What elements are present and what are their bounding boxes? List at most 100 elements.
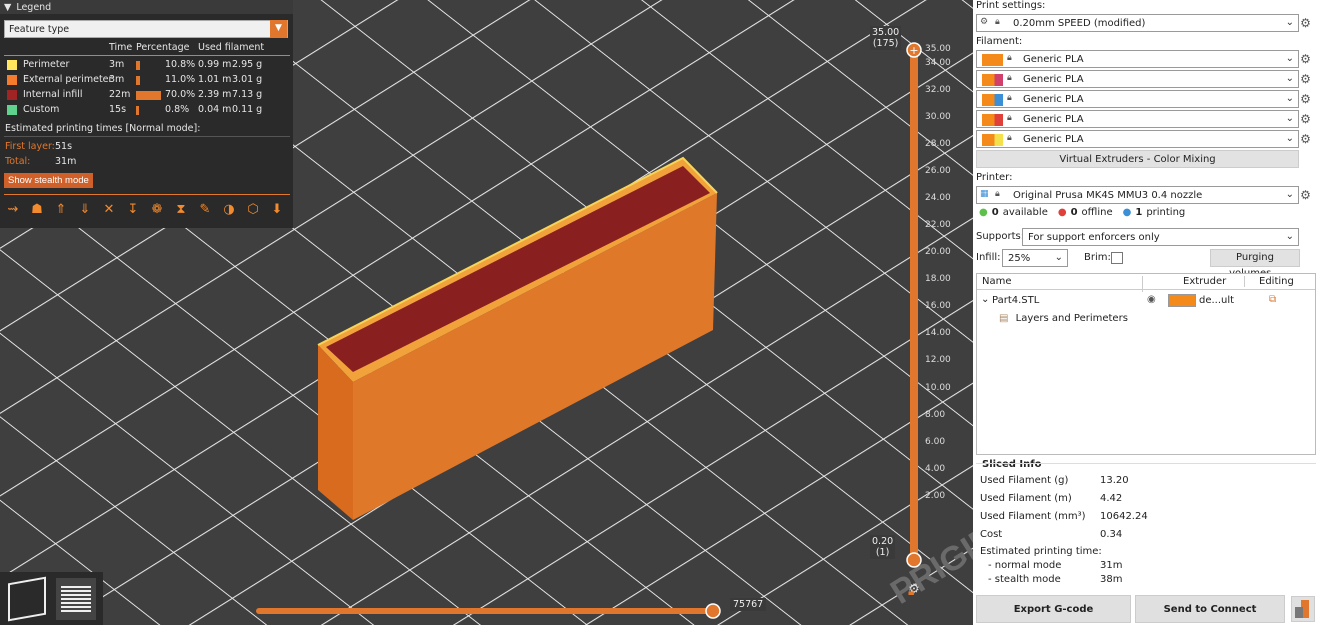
custom-gcode-icon[interactable]: ✎ [196,200,214,218]
filament-select-1[interactable]: 🔒︎ Generic PLA ⌄ [976,50,1299,68]
sliced-info-key: Used Filament (g) [980,475,1069,486]
legend-columns: Time Percentage Used filament [0,41,290,55]
lock-icon: 🔒︎ [1007,93,1012,103]
show-stealth-mode-button[interactable]: Show stealth mode [4,173,93,188]
legend-row[interactable]: Custom 15s 0.8% 0.04 m 0.11 g [0,103,290,117]
layer-tick-label: 30.00 [925,111,951,122]
printer-label: Printer: [976,172,1013,183]
print-settings-select[interactable]: ⚙ 🔒︎ 0.20mm SPEED (modified) ⌄ [976,14,1299,32]
lock-icon[interactable]: 🔒︎ [908,584,914,599]
legend-row-time: 3m [109,74,125,85]
legend-panel: ▼ Legend Feature type ▼ Time Percentage … [0,0,293,228]
layer-tick-label: 26.00 [925,165,951,176]
purging-volumes-button[interactable]: Purging volumes... [1210,249,1300,279]
upload-icon[interactable] [1291,596,1315,622]
supports-select[interactable]: For support enforcers only ⌄ [1022,228,1299,246]
infill-label: Infill: [976,252,1001,263]
layers-perimeters-item[interactable]: ▤ Layers and Perimeters [999,313,1128,329]
layer-tick-label: 16.00 [925,301,951,312]
sliced-info-key: Used Filament (mm³) [980,511,1086,522]
eye-icon[interactable]: ◉ [1147,294,1156,305]
filament-name: Generic PLA [1023,113,1084,125]
wipe-icon[interactable]: ☗ [28,200,46,218]
sliced-info-value: 10642.24 [1100,511,1148,522]
center-of-gravity-icon[interactable]: ◑ [220,200,238,218]
col-used-filament: Used filament [198,42,265,53]
object-row[interactable]: ⌄ Part4.STL ◉ de...ult ⧉ [977,292,1315,310]
legend-header[interactable]: ▼ Legend [0,0,293,14]
filament-gear-icon[interactable]: ⚙ [1299,133,1312,146]
sliced-info-value: 4.42 [1100,493,1123,504]
estimated-times-title: Estimated printing times [Normal mode]: [0,122,290,136]
printer-icon: ▦ [980,189,989,199]
print-settings-gear-icon[interactable]: ⚙ [1299,17,1312,30]
feature-type-value: Feature type [9,24,70,35]
legend-row[interactable]: Internal infill 22m 70.0% 2.39 m 7.13 g [0,88,290,102]
object-list[interactable]: Name Extruder Editing ⌄ Part4.STL ◉ de..… [976,273,1316,455]
printer-gear-icon[interactable]: ⚙ [1299,189,1312,202]
travel-icon[interactable]: ⇝ [4,200,22,218]
brim-checkbox[interactable] [1111,252,1123,264]
layer-tick-label: 14.00 [925,328,951,339]
filament-select-5[interactable]: 🔒︎ Generic PLA ⌄ [976,130,1299,148]
legend-row-name: External perimeter [23,74,113,85]
lock-icon: 🔒︎ [1007,133,1012,143]
tool-marker-icon[interactable]: ⬇ [268,200,286,218]
edit-icon[interactable]: ⧉ [1269,294,1276,305]
legend-row[interactable]: External perimeter 3m 11.0% 1.01 m 3.01 g [0,73,290,87]
filament-gear-icon[interactable]: ⚙ [1299,93,1312,106]
export-gcode-button[interactable]: Export G-code [976,595,1131,623]
send-to-connect-button[interactable]: Send to Connect [1135,595,1285,623]
legend-swatch [7,75,17,85]
filament-gear-icon[interactable]: ⚙ [1299,113,1312,126]
legend-row-name: Internal infill [23,89,83,100]
filament-select-2[interactable]: 🔒︎ Generic PLA ⌄ [976,70,1299,88]
layer-bottom-height: 0.20 [872,536,894,547]
chevron-down-icon: ⌄ [1054,252,1063,263]
legend-row-bar [136,76,140,85]
chevron-down-icon: ⌄ [1285,189,1294,200]
legend-row[interactable]: Perimeter 3m 10.8% 0.99 m 2.95 g [0,58,290,72]
legend-divider [4,136,290,137]
filament-select-3[interactable]: 🔒︎ Generic PLA ⌄ [976,90,1299,108]
legend-divider [4,55,290,56]
legend-row-bar [136,61,140,70]
lock-icon: 🔒︎ [1007,53,1012,63]
3d-viewport[interactable]: PRIGIN ▼ Legend Feature type ▼ Time Perc… [0,0,973,625]
filament-color-swatch[interactable] [982,74,1003,86]
filament-select-4[interactable]: 🔒︎ Generic PLA ⌄ [976,110,1299,128]
virtual-extruders-button[interactable]: Virtual Extruders - Color Mixing [976,150,1299,168]
legend-divider [4,194,290,195]
legend-row-grams: 7.13 g [232,89,263,100]
retractions-icon[interactable]: ⇑ [52,200,70,218]
feature-type-select[interactable]: Feature type ▼ [4,20,288,38]
layers-icon: ▤ [999,313,1009,324]
filament-color-swatch[interactable] [982,134,1003,146]
filament-gear-icon[interactable]: ⚙ [1299,53,1312,66]
move-slider[interactable] [250,600,770,624]
chevron-down-icon: ⌄ [1285,73,1294,84]
collapse-triangle-icon[interactable]: ▼ [4,2,11,13]
preview-icon[interactable] [56,578,96,620]
infill-select[interactable]: 25% ⌄ [1002,249,1068,267]
deretractions-icon[interactable]: ⇓ [76,200,94,218]
printing-label: printing [1146,207,1186,218]
seams-icon[interactable]: ✕ [100,200,118,218]
chevron-down-icon[interactable]: ⌄ [981,294,989,305]
filament-color-swatch[interactable] [982,54,1003,66]
pause-icon[interactable]: ⧗ [172,200,190,218]
tool-changes-icon[interactable]: ↧ [124,200,142,218]
color-changes-icon[interactable]: ❁ [148,200,166,218]
filament-color-swatch[interactable] [982,94,1003,106]
filament-gear-icon[interactable]: ⚙ [1299,73,1312,86]
chevron-down-icon[interactable]: ▼ [270,20,287,38]
3d-view-icon[interactable] [8,576,46,622]
print-settings-value: 0.20mm SPEED (modified) [1013,17,1146,29]
sliced-info-key: Cost [980,529,1003,540]
filament-color-swatch[interactable] [982,114,1003,126]
extruder-value[interactable]: de...ult [1199,295,1234,306]
shells-icon[interactable]: ⬡ [244,200,262,218]
printer-select[interactable]: ▦ 🔒︎ Original Prusa MK4S MMU3 0.4 nozzle… [976,186,1299,204]
est-title-text: Estimated printing times [Normal mode]: [5,123,201,134]
layer-tick-label: 10.00 [925,382,951,393]
